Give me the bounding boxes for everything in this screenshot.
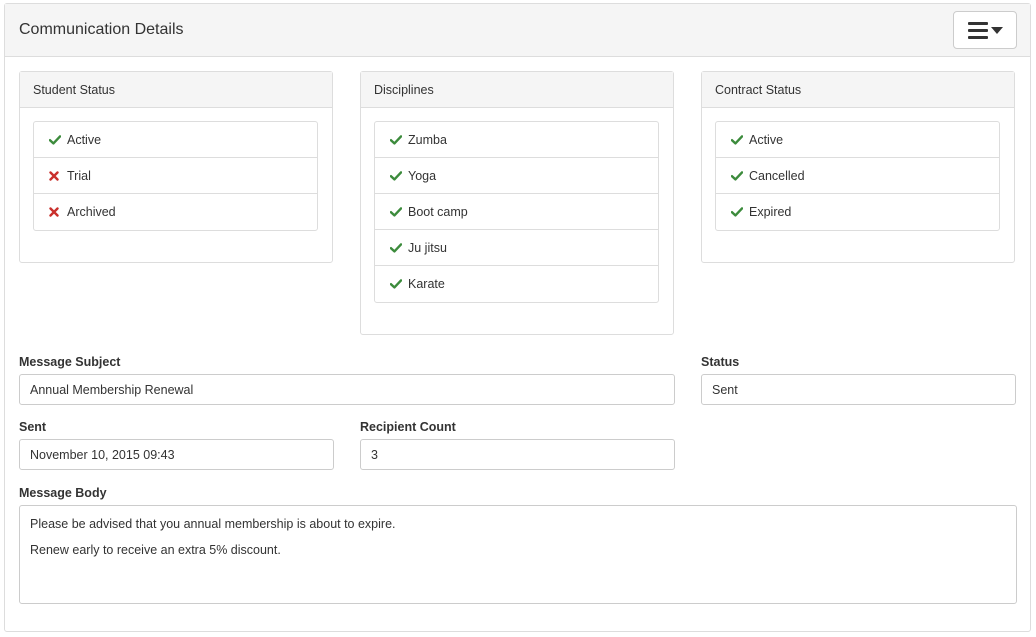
- list-item[interactable]: Trial: [34, 158, 317, 194]
- message-body-line: Renew early to receive an extra 5% disco…: [30, 543, 281, 557]
- student-status-title: Student Status: [20, 72, 332, 108]
- check-icon: [731, 134, 749, 145]
- list-item[interactable]: Active: [716, 122, 999, 158]
- status-label: Status: [701, 355, 740, 369]
- disciplines-list: Zumba Yoga Boot camp Ju jitsu Karate: [374, 121, 659, 303]
- check-icon: [49, 134, 67, 145]
- recipient-count-label: Recipient Count: [360, 420, 456, 434]
- list-item[interactable]: Karate: [375, 266, 658, 302]
- message-body-field[interactable]: Please be advised that you annual member…: [19, 505, 1017, 604]
- recipient-count-field[interactable]: 3: [360, 439, 675, 470]
- list-item-label: Zumba: [408, 132, 447, 147]
- list-item-label: Trial: [67, 168, 91, 183]
- message-subject-field[interactable]: Annual Membership Renewal: [19, 374, 675, 405]
- contract-status-list: Active Cancelled Expired: [715, 121, 1000, 231]
- list-item[interactable]: Expired: [716, 194, 999, 230]
- sent-field[interactable]: November 10, 2015 09:43: [19, 439, 334, 470]
- sent-label: Sent: [19, 420, 47, 434]
- list-item[interactable]: Boot camp: [375, 194, 658, 230]
- student-status-list: Active Trial Archived: [33, 121, 318, 231]
- check-icon: [390, 170, 408, 181]
- contract-status-title: Contract Status: [702, 72, 1014, 108]
- student-status-box: Student Status Active Trial Archived: [19, 71, 333, 263]
- caret-down-icon: [990, 26, 1003, 34]
- list-item[interactable]: Zumba: [375, 122, 658, 158]
- list-item[interactable]: Active: [34, 122, 317, 158]
- panel-heading: Communication Details: [5, 4, 1030, 57]
- disciplines-title: Disciplines: [361, 72, 673, 108]
- list-item[interactable]: Cancelled: [716, 158, 999, 194]
- list-item-label: Yoga: [408, 168, 437, 183]
- list-item-label: Active: [67, 132, 102, 147]
- cross-icon: [49, 170, 67, 181]
- cross-icon: [49, 207, 67, 217]
- check-icon: [731, 170, 749, 181]
- list-item-label: Expired: [749, 205, 792, 219]
- check-icon: [390, 242, 408, 253]
- check-icon: [731, 207, 749, 217]
- list-item[interactable]: Yoga: [375, 158, 658, 194]
- hamburger-icon: [967, 21, 988, 39]
- menu-button[interactable]: [953, 11, 1017, 49]
- check-icon: [390, 279, 408, 289]
- list-item-label: Archived: [67, 205, 116, 219]
- list-item-label: Cancelled: [749, 168, 805, 183]
- message-body-label: Message Body: [19, 486, 107, 500]
- list-item-label: Active: [749, 132, 784, 147]
- list-item-label: Ju jitsu: [408, 240, 447, 255]
- list-item-label: Karate: [408, 277, 445, 291]
- page-title: Communication Details: [19, 21, 184, 38]
- status-field[interactable]: Sent: [701, 374, 1016, 405]
- check-icon: [390, 206, 408, 217]
- message-subject-label: Message Subject: [19, 355, 121, 369]
- disciplines-box: Disciplines Zumba Yoga Boot camp Ju jitsu Ka…: [360, 71, 674, 335]
- list-item[interactable]: Ju jitsu: [375, 230, 658, 266]
- list-item[interactable]: Archived: [34, 194, 317, 230]
- communication-details-panel: Communication Details Student Status Act…: [4, 3, 1031, 632]
- contract-status-box: Contract Status Active Cancelled Expired: [701, 71, 1015, 263]
- message-body-line: Please be advised that you annual member…: [30, 517, 396, 531]
- list-item-label: Boot camp: [408, 204, 468, 219]
- check-icon: [390, 134, 408, 145]
